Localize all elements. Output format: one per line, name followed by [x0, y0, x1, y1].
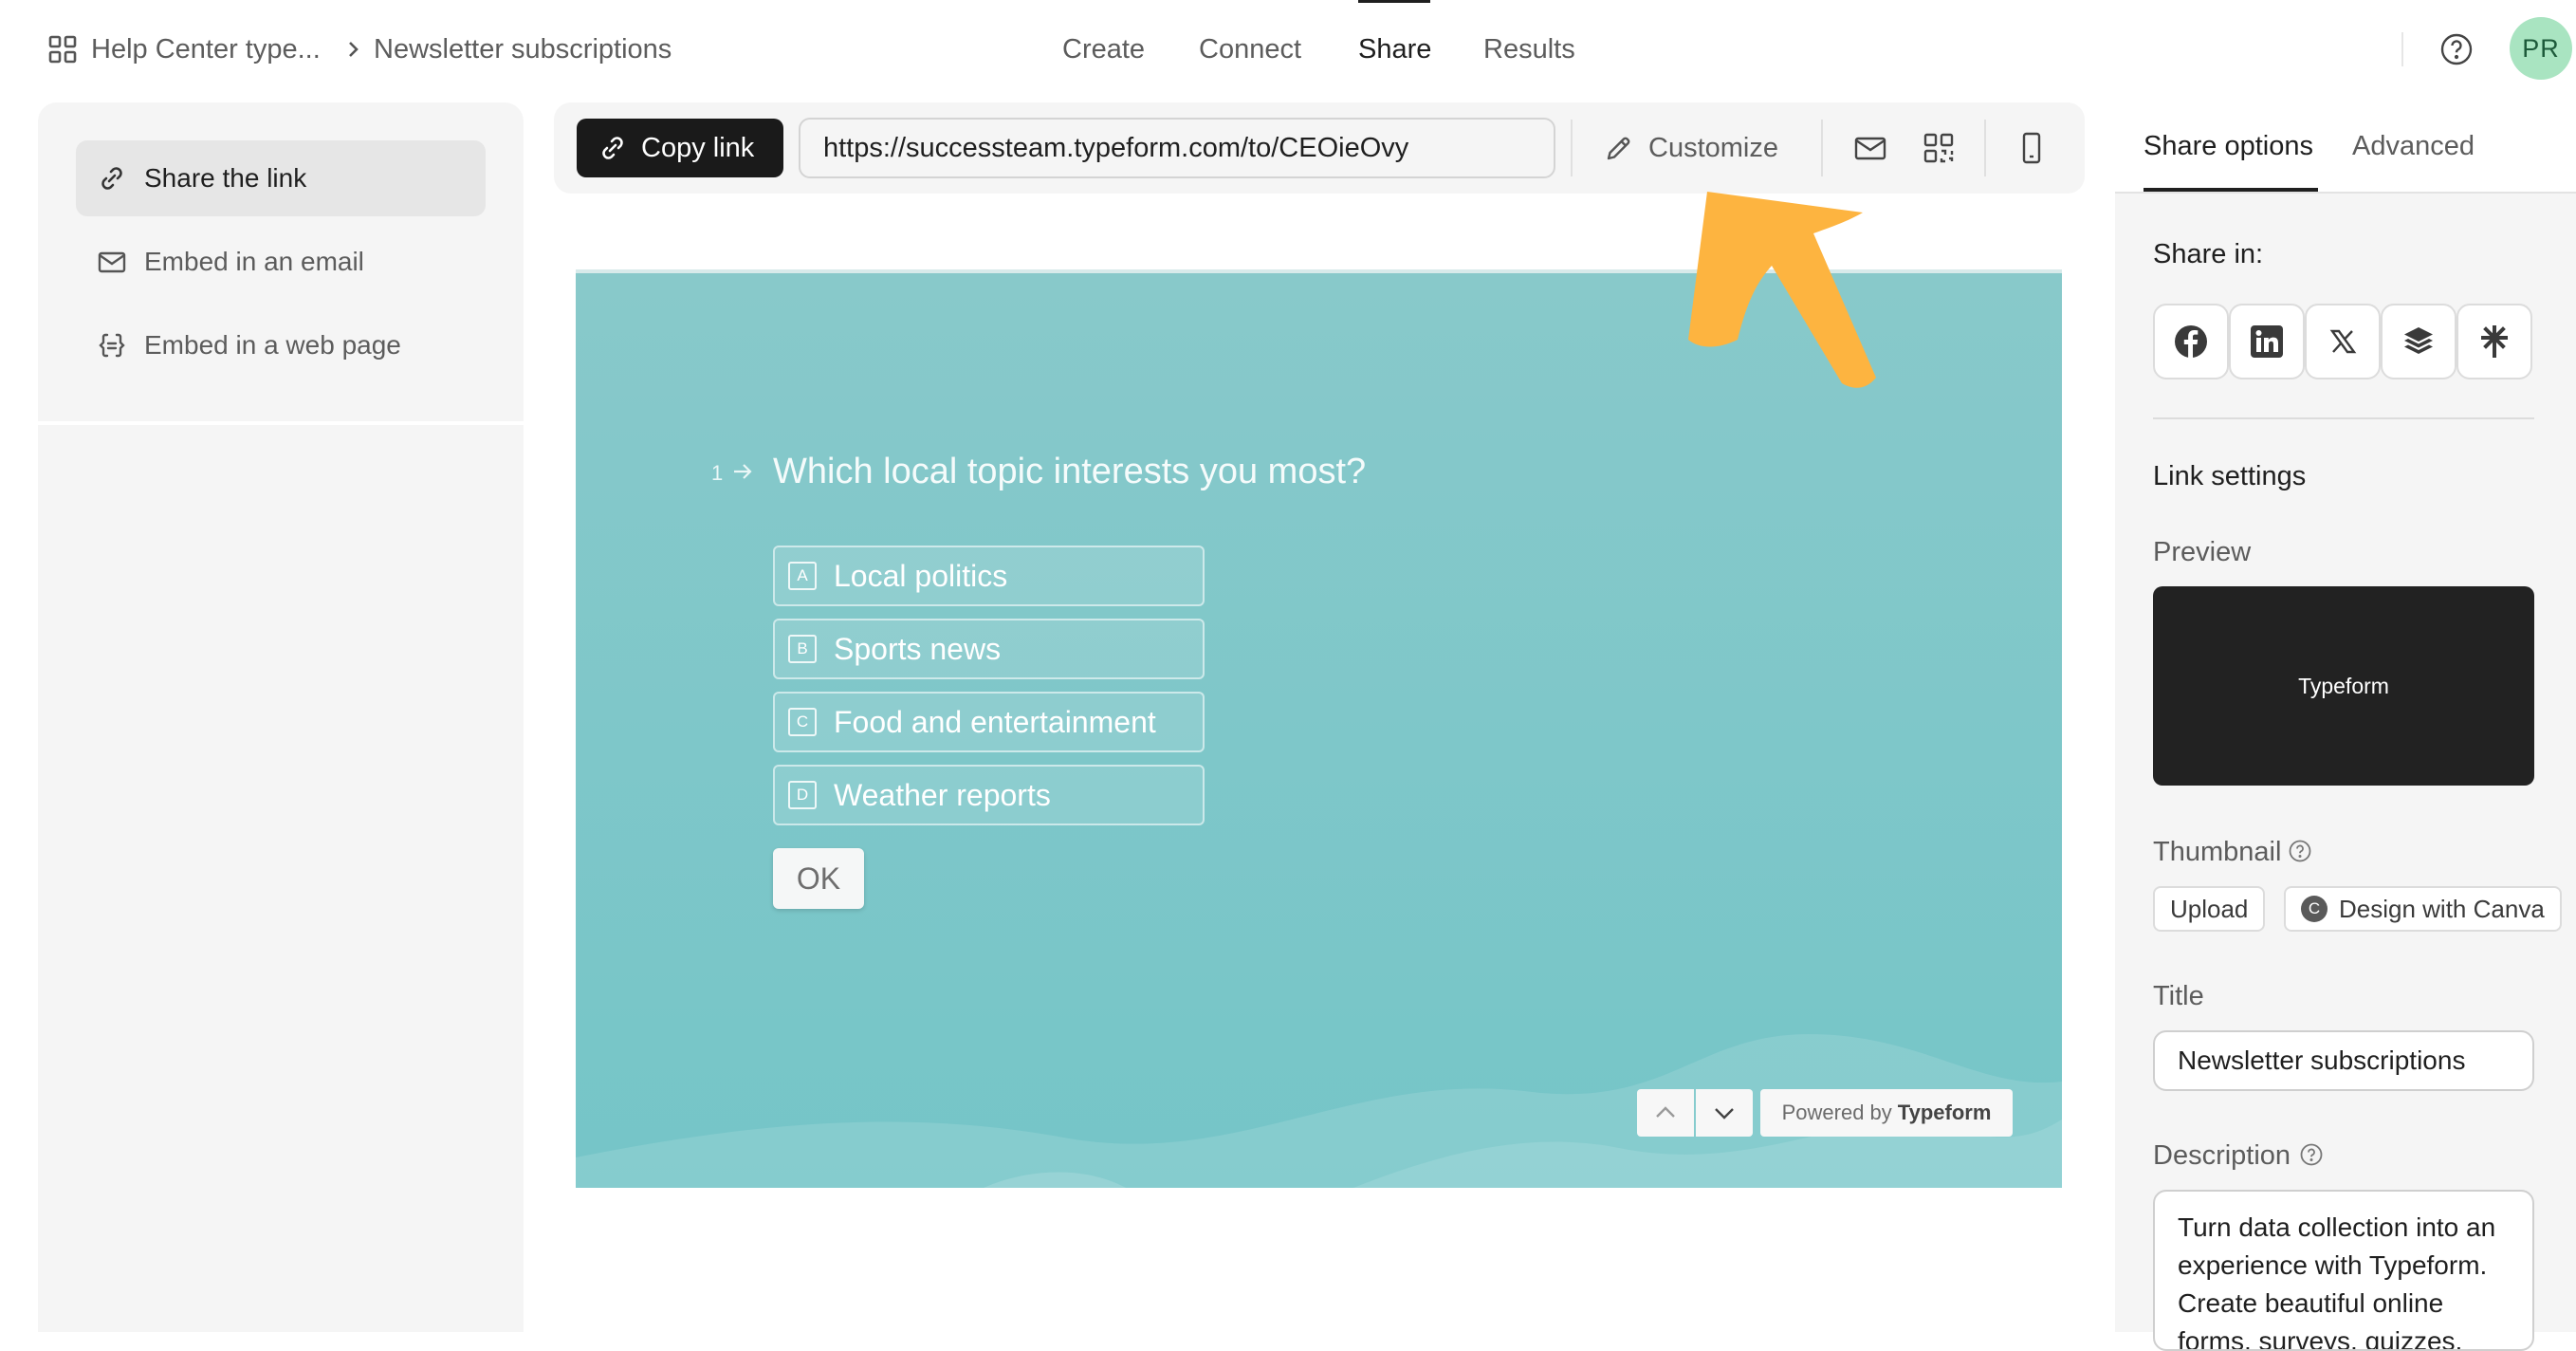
help-icon[interactable] [2439, 32, 2474, 66]
choice-key: B [788, 635, 817, 663]
divider [1984, 120, 1986, 176]
mail-icon[interactable] [1851, 129, 1889, 167]
powered-brand: Typeform [1897, 1101, 1992, 1124]
choice-option[interactable]: D Weather reports [773, 765, 1205, 825]
choice-key: C [788, 708, 817, 736]
tab-share-options[interactable]: Share options [2144, 131, 2313, 162]
share-x-button[interactable] [2305, 304, 2381, 379]
divider [2401, 32, 2403, 66]
question-number: 1 [711, 461, 724, 485]
tab-share[interactable]: Share [1358, 32, 1431, 66]
facebook-icon [2175, 325, 2207, 358]
avatar[interactable]: PR [2510, 17, 2572, 80]
choice-key: A [788, 562, 817, 590]
tab-create[interactable]: Create [1062, 32, 1145, 66]
info-icon[interactable] [2288, 839, 2312, 863]
choice-option[interactable]: B Sports news [773, 619, 1205, 679]
x-icon [2329, 329, 2357, 354]
choice-option[interactable]: A Local politics [773, 546, 1205, 606]
menu-embed-in-web-page[interactable]: Embed in a web page [76, 307, 486, 383]
chevron-right-icon [343, 36, 364, 63]
thumbnail-label: Thumbnail [2153, 837, 2282, 867]
divider [38, 421, 524, 425]
divider [2153, 417, 2534, 419]
copy-link-label: Copy link [641, 132, 755, 163]
grid-icon[interactable] [47, 34, 78, 65]
choice-label: Food and entertainment [834, 704, 1156, 739]
share-url-field[interactable]: https://successteam.typeform.com/to/CEOi… [799, 118, 1555, 178]
breadcrumb-form[interactable]: Newsletter subscriptions [374, 32, 672, 66]
choice-label: Weather reports [834, 777, 1051, 812]
canva-label: Design with Canva [2339, 894, 2545, 923]
tab-connect[interactable]: Connect [1199, 32, 1301, 66]
customize-label: Customize [1648, 132, 1778, 163]
share-buffer-button[interactable] [2381, 304, 2456, 379]
title-label: Title [2153, 981, 2204, 1011]
top-bar: Help Center type... Newsletter subscript… [0, 0, 2576, 99]
mail-icon [97, 247, 127, 277]
menu-share-the-link[interactable]: Share the link [76, 140, 486, 216]
question-title: Which local topic interests you most? [773, 452, 1367, 491]
powered-prefix: Powered by [1781, 1101, 1892, 1124]
chevron-down-icon[interactable] [1696, 1089, 1753, 1137]
share-linkedin-button[interactable] [2229, 304, 2305, 379]
description-textarea[interactable]: Turn data collection into an experience … [2153, 1190, 2534, 1351]
powered-by-badge[interactable]: Powered by Typeform [1760, 1089, 2013, 1137]
share-linktree-button[interactable] [2456, 304, 2532, 379]
preview-label: Preview [2153, 537, 2252, 567]
breadcrumb-workspace[interactable]: Help Center type... [91, 32, 321, 66]
tab-advanced[interactable]: Advanced [2352, 131, 2475, 162]
canva-icon: C [2301, 896, 2328, 922]
ok-button[interactable]: OK [773, 848, 864, 909]
share-facebook-button[interactable] [2153, 304, 2229, 379]
menu-label: Embed in an email [144, 247, 364, 276]
tab-results[interactable]: Results [1483, 32, 1575, 66]
linkedin-icon [2251, 325, 2283, 358]
mobile-icon[interactable] [2013, 129, 2051, 167]
title-input[interactable]: Newsletter subscriptions [2153, 1030, 2534, 1091]
arrow-right-icon [730, 459, 755, 484]
choice-key: D [788, 781, 817, 809]
active-tab-indicator [1358, 0, 1430, 3]
choice-option[interactable]: C Food and entertainment [773, 692, 1205, 752]
active-tab-indicator [2144, 188, 2318, 192]
divider [1571, 120, 1573, 176]
design-with-canva-button[interactable]: C Design with Canva [2284, 886, 2562, 932]
menu-label: Share the link [144, 163, 307, 193]
customize-button[interactable]: Customize [1603, 125, 1778, 171]
qr-code-icon[interactable] [1920, 129, 1958, 167]
info-icon[interactable] [2299, 1142, 2324, 1167]
link-preview-card: Typeform [2153, 586, 2534, 786]
chevron-up-icon[interactable] [1637, 1089, 1694, 1137]
code-braces-icon [97, 330, 127, 361]
choice-label: Sports news [834, 631, 1002, 666]
copy-link-button[interactable]: Copy link [577, 119, 783, 177]
upload-button[interactable]: Upload [2153, 886, 2266, 932]
menu-embed-in-email[interactable]: Embed in an email [76, 224, 486, 300]
link-icon [598, 133, 628, 163]
divider [1821, 120, 1823, 176]
pencil-icon [1603, 132, 1635, 164]
link-icon [97, 163, 127, 194]
description-label: Description [2153, 1140, 2291, 1171]
annotation-arrow-icon [1688, 192, 1876, 388]
link-settings-heading: Link settings [2153, 461, 2307, 491]
menu-label: Embed in a web page [144, 330, 401, 360]
linktree-icon [2481, 325, 2508, 358]
share-in-heading: Share in: [2153, 239, 2264, 269]
buffer-icon [2404, 327, 2433, 354]
choice-label: Local politics [834, 558, 1008, 593]
